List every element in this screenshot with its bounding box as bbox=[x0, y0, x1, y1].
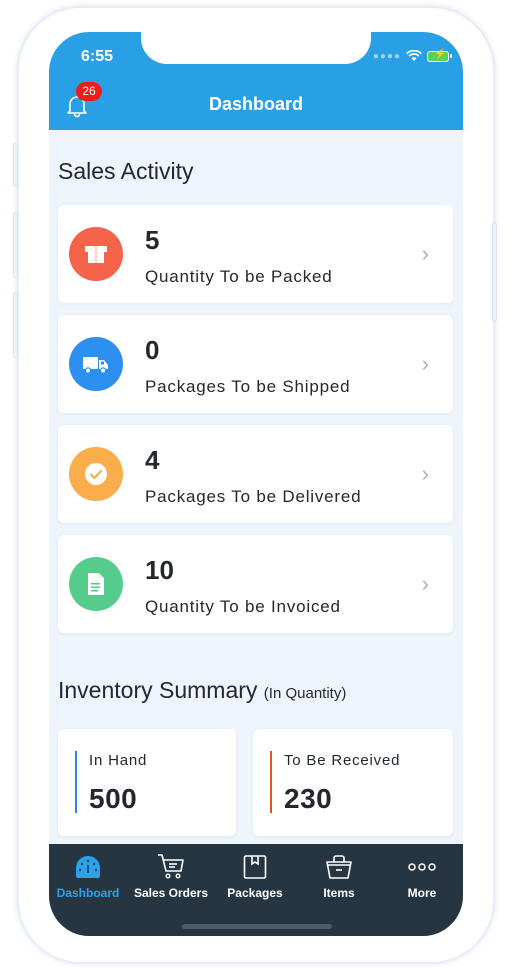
app-screen: 6:55 ●●●● ⚡ 26 Dashboard Sales Activity bbox=[49, 32, 463, 936]
mute-switch bbox=[13, 143, 18, 187]
tab-label: More bbox=[407, 886, 437, 900]
card-label: Quantity To be Packed bbox=[145, 267, 333, 286]
accent-bar bbox=[270, 751, 272, 813]
sales-card-to-be-invoiced[interactable]: 10 Quantity To be Invoiced › bbox=[58, 535, 453, 633]
cart-icon bbox=[158, 854, 184, 879]
inventory-card-in-hand[interactable]: In Hand 500 bbox=[58, 729, 236, 836]
inventory-summary-title: Inventory Summary (In Quantity) bbox=[58, 677, 346, 704]
wifi-icon bbox=[406, 50, 422, 61]
gauge-icon bbox=[76, 856, 100, 878]
signal-dots-icon: ●●●● bbox=[372, 50, 401, 62]
volume-up-button bbox=[13, 212, 18, 278]
tab-label: Packages bbox=[227, 886, 283, 900]
notch bbox=[141, 32, 371, 64]
chevron-right-icon: › bbox=[421, 351, 429, 376]
card-value: 4 bbox=[145, 445, 160, 475]
truck-icon bbox=[69, 337, 123, 391]
tab-label: Dashboard bbox=[56, 886, 120, 900]
status-icons: ●●●● ⚡ bbox=[372, 49, 452, 62]
document-icon bbox=[69, 557, 123, 611]
tab-label: Items bbox=[323, 886, 355, 900]
power-button bbox=[492, 222, 497, 322]
sales-card-to-be-delivered[interactable]: 4 Packages To be Delivered › bbox=[58, 425, 453, 523]
tab-packages[interactable]: Packages bbox=[214, 852, 296, 900]
sales-activity-title: Sales Activity bbox=[58, 158, 194, 184]
volume-down-button bbox=[13, 292, 18, 358]
tab-sales-orders[interactable]: Sales Orders bbox=[130, 852, 212, 900]
tab-dashboard[interactable]: Dashboard bbox=[49, 852, 129, 900]
basket-icon bbox=[326, 855, 352, 879]
sales-card-to-be-shipped[interactable]: 0 Packages To be Shipped › bbox=[58, 315, 453, 413]
header-bar: 6:55 ●●●● ⚡ 26 Dashboard bbox=[49, 32, 463, 130]
tab-label: Sales Orders bbox=[133, 886, 209, 900]
card-value: 10 bbox=[145, 555, 174, 585]
battery-charging-icon: ⚡ bbox=[427, 49, 452, 62]
card-label: Packages To be Delivered bbox=[145, 487, 362, 506]
card-label: Quantity To be Invoiced bbox=[145, 597, 341, 616]
sales-card-to-be-packed[interactable]: 5 Quantity To be Packed › bbox=[58, 205, 453, 303]
chevron-right-icon: › bbox=[421, 241, 429, 266]
inventory-summary-subtitle: (In Quantity) bbox=[263, 685, 347, 702]
accent-bar bbox=[75, 751, 77, 813]
tab-more[interactable]: More bbox=[381, 852, 463, 900]
inventory-label: To Be Received bbox=[284, 752, 401, 769]
inventory-card-to-be-received[interactable]: To Be Received 230 bbox=[253, 729, 453, 836]
package-icon bbox=[243, 855, 267, 879]
inventory-label: In Hand bbox=[89, 752, 148, 769]
card-label: Packages To be Shipped bbox=[145, 377, 351, 396]
inventory-value: 230 bbox=[284, 783, 333, 814]
page-title: Dashboard bbox=[208, 94, 304, 114]
status-time: 6:55 bbox=[81, 48, 114, 65]
card-value: 5 bbox=[145, 225, 160, 255]
inventory-value: 500 bbox=[89, 783, 138, 814]
chevron-right-icon: › bbox=[421, 461, 429, 486]
more-icon bbox=[408, 863, 436, 871]
card-value: 0 bbox=[145, 335, 160, 365]
inventory-summary-heading: Inventory Summary bbox=[58, 677, 258, 703]
box-icon bbox=[69, 227, 123, 281]
chevron-right-icon: › bbox=[421, 571, 429, 596]
tab-items[interactable]: Items bbox=[298, 852, 380, 900]
home-indicator[interactable] bbox=[182, 924, 332, 929]
bottom-tab-bar: Dashboard Sales Orders Packages Items Mo… bbox=[49, 844, 463, 936]
check-circle-icon bbox=[69, 447, 123, 501]
